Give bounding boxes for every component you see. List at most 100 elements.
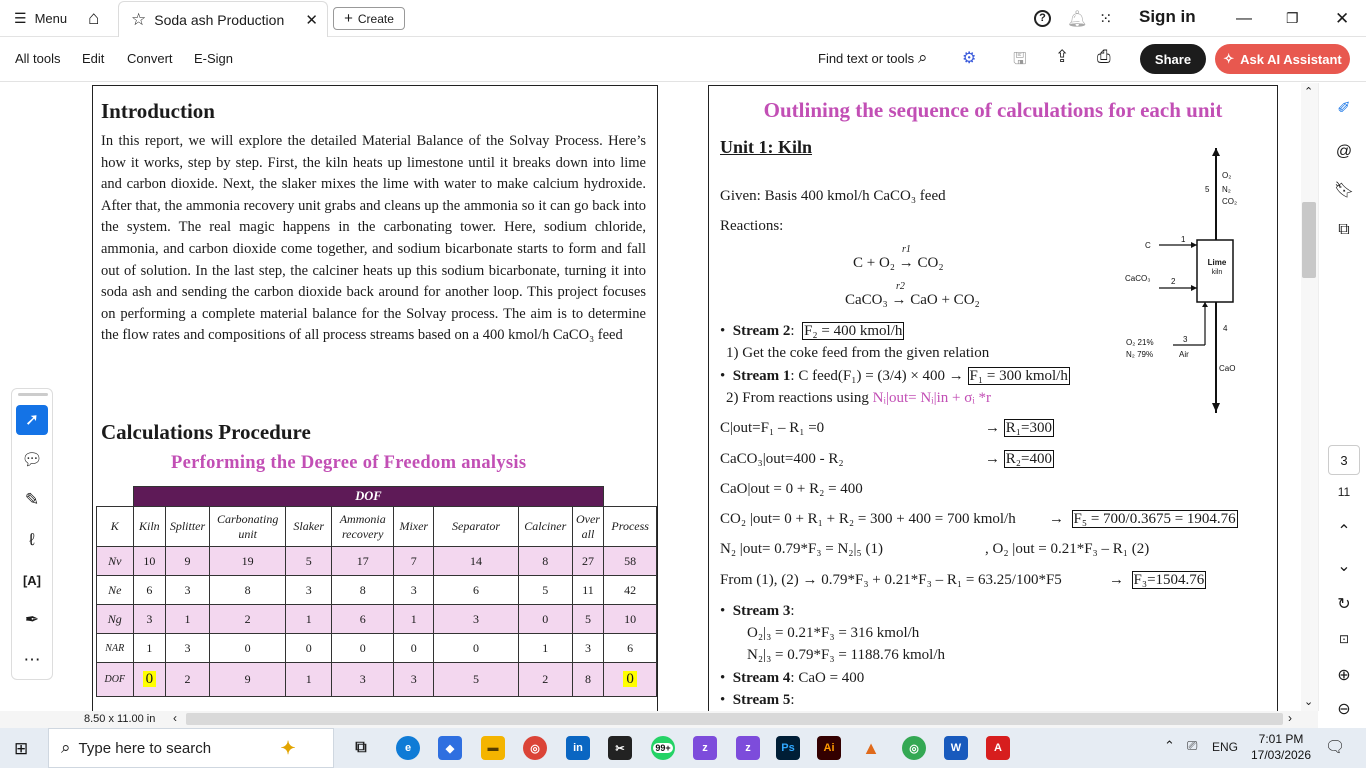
select-cursor-icon[interactable]: ➚ [16,405,48,435]
chevron-down-icon[interactable]: ⌄ [1333,555,1355,577]
print-icon[interactable]: ⎙ [1097,47,1111,67]
dof-cell: 10 [132,546,167,576]
upload-icon[interactable]: ⇪ [1055,47,1069,67]
dof-table: DOF K Kiln Splitter Carbonating unit Slaker A… [96,486,657,697]
scroll-down-icon[interactable]: ⌄ [1304,695,1313,708]
panel-drag-handle[interactable] [18,393,48,396]
close-window-icon[interactable]: ✕ [1335,0,1349,37]
restore-icon[interactable]: ❐ [1286,0,1299,37]
bookmarks-icon[interactable]: 🔖︎ [1333,179,1355,201]
dof-col-header: Calciner [517,506,573,547]
highlight-pen-icon[interactable]: ✎ [16,485,48,515]
dof-cell: 14 [433,546,519,576]
comments-panel-icon[interactable]: @ [1333,141,1355,163]
save-icon[interactable]: 🖫 [1013,48,1027,75]
star-icon[interactable]: ☆ [131,10,146,30]
ai-tools-icon[interactable]: ⚙ [962,48,976,68]
dof-cell: 3 [393,575,435,605]
whatsapp-icon[interactable]: 99+ [651,736,675,760]
page-title: Outlining the sequence of calculations f… [763,98,1223,122]
menu-button[interactable]: ☰ Menu [14,0,67,37]
s5-species-2: N₂ [1222,185,1231,194]
comment-icon[interactable]: 💬︎ [16,445,48,475]
stream-5-label: Stream 5 [732,692,791,708]
copilot-sparkle-icon[interactable]: ✦ [276,736,300,760]
acrobat-icon[interactable]: A [986,736,1010,760]
share-button[interactable]: Share [1140,44,1206,74]
menu-all-tools[interactable]: All tools [15,51,61,66]
language-indicator[interactable]: ENG [1212,740,1238,754]
windows-start-icon[interactable]: ⊞ [14,739,28,759]
text-box-icon[interactable]: [A] [16,565,48,595]
eq-c-result-box: R₁=300 [1003,419,1054,437]
dof-cell: 0 [603,662,657,697]
linkedin-icon[interactable]: in [566,736,590,760]
app-purple-icon[interactable]: z [736,736,760,760]
bell-icon[interactable]: 🔔︎ [1067,0,1087,37]
scroll-right-icon[interactable]: › [1288,711,1292,725]
fit-page-icon[interactable]: ⊡ [1333,628,1355,650]
dof-row: Nv 10 9 19 5 17 7 14 8 27 58 [96,546,657,576]
eq-co2-result-box: F₅ = 700/0.3675 = 1904.76 [1071,510,1238,528]
chrome-profile-icon[interactable]: ◎ [902,736,926,760]
dof-col-header: Process [603,506,657,547]
sign-in-button[interactable]: Sign in [1139,7,1196,27]
dof-cell: 0 [393,633,435,663]
copy-pages-icon[interactable]: ⧉ [1333,219,1355,241]
dof-cell: 0 [285,633,332,663]
edge-icon[interactable]: e [396,736,420,760]
file-explorer-icon[interactable]: ▬ [481,736,505,760]
stream-4-label: Stream 4 [732,670,791,686]
menu-edit[interactable]: Edit [82,51,104,66]
capcut-icon[interactable]: ✂ [608,736,632,760]
chrome-icon[interactable]: ◎ [523,736,547,760]
ask-ai-assistant-button[interactable]: ✧ Ask AI Assistant [1215,44,1350,74]
dof-cell: 3 [132,604,167,634]
tray-chevron-icon[interactable]: ⌃ [1164,738,1175,754]
dof-col-header: Kiln [132,506,167,547]
matlab-icon[interactable]: ▲ [859,736,883,760]
apps-grid-icon[interactable]: ⁙ [1099,0,1112,37]
menu-label: Menu [34,11,68,26]
task-view-icon[interactable]: ⧉ [349,736,373,760]
dof-cell: 19 [208,546,287,576]
minimize-icon[interactable]: — [1236,0,1252,37]
scroll-up-icon[interactable]: ⌃ [1304,85,1313,98]
create-button[interactable]: + Create [333,7,405,30]
stream-3-o2: O₂|₃ = 0.21*F₃ = 316 kmol/h [747,625,920,641]
menu-e-sign[interactable]: E-Sign [194,51,233,66]
current-page-input[interactable]: 3 [1328,445,1360,475]
copilot-app-icon[interactable]: ◆ [438,736,462,760]
taskbar-clock[interactable]: 7:01 PM 17/03/2026 [1246,731,1316,763]
chevron-up-icon[interactable]: ⌃ [1333,520,1355,542]
kiln-diagram: Lime kiln 5 O₂ N₂ CO₂ C 1 CaCO₃ 2 O₂ 21%… [1125,148,1237,413]
illustrator-icon[interactable]: Ai [817,736,841,760]
network-icon[interactable]: ⎚ [1187,738,1197,754]
home-icon[interactable]: ⌂ [88,0,99,37]
menu-convert[interactable]: Convert [127,51,173,66]
zoom-in-icon[interactable]: ⊕ [1333,664,1355,686]
draw-freehand-icon[interactable]: ℓ [16,525,48,555]
edit-pdf-icon[interactable]: ✐ [1333,97,1355,119]
scroll-left-icon[interactable]: ‹ [173,711,177,725]
dof-row-label: Nv [96,546,134,576]
document-tab[interactable]: ☆ Soda ash Production ✕ [118,1,328,37]
right-rail: ✐ @ 🔖︎ ⧉ 3 11 ⌃ ⌄ ↻ ⊡ ⊕ ⊖ [1318,83,1366,718]
photoshop-icon[interactable]: Ps [776,736,800,760]
search-icon[interactable]: ⌕ [918,48,928,68]
notifications-icon[interactable]: 🗨︎ [1325,737,1345,757]
horizontal-scrollbar[interactable] [186,713,1283,725]
s1-num: 1 [1181,235,1186,244]
zoom-purple-icon[interactable]: z [693,736,717,760]
sign-pen-icon[interactable]: ✒ [16,605,48,635]
clock-time: 7:01 PM [1258,732,1304,746]
zoom-out-icon[interactable]: ⊖ [1333,698,1355,720]
word-icon[interactable]: W [944,736,968,760]
vertical-scroll-thumb[interactable] [1302,202,1316,278]
find-text-or-tools[interactable]: Find text or tools [818,51,914,66]
vertical-scrollbar[interactable]: ⌃ ⌄ [1301,83,1318,711]
more-tools-icon[interactable]: ⋯ [16,645,48,675]
rotate-icon[interactable]: ↻ [1333,593,1355,615]
help-icon[interactable]: ? [1034,0,1051,37]
close-tab-icon[interactable]: ✕ [305,11,318,29]
